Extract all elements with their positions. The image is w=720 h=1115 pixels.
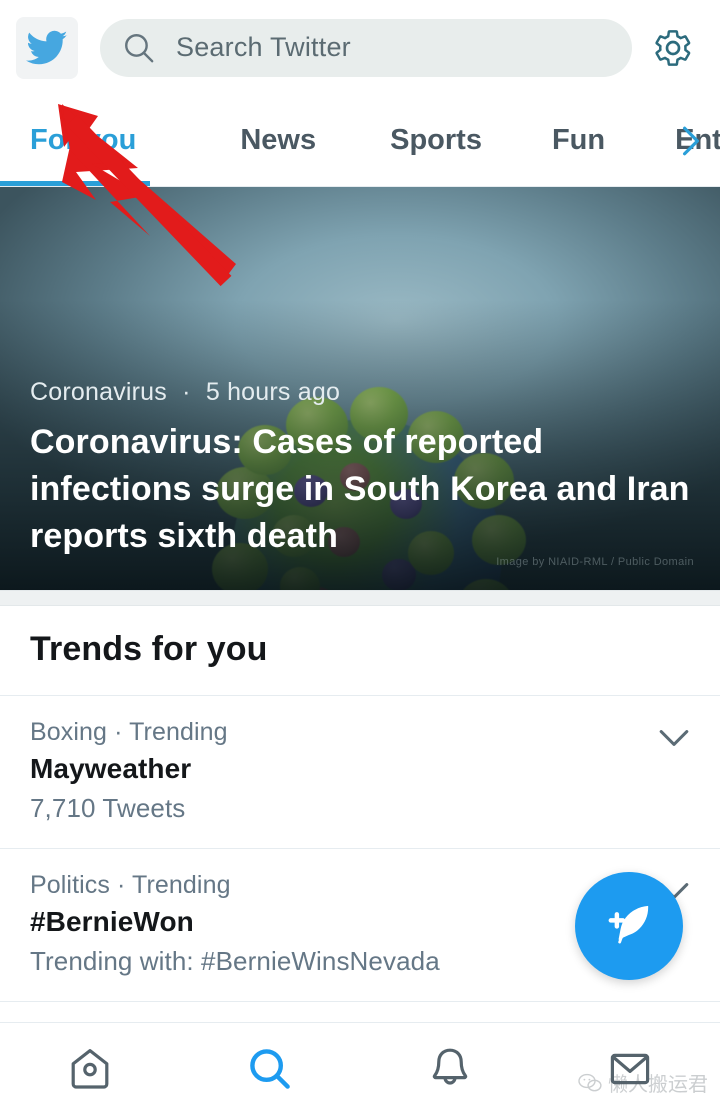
nav-messages-button[interactable] — [540, 1023, 720, 1115]
compose-tweet-button[interactable] — [575, 872, 683, 980]
news-meta-separator: · — [182, 378, 191, 407]
news-card-meta: Coronavirus · 5 hours ago — [30, 378, 690, 407]
home-icon — [71, 1049, 109, 1089]
search-icon — [125, 33, 154, 62]
trend-item-mayweather[interactable]: Boxing · Trending Mayweather 7,710 Tweet… — [0, 696, 720, 848]
bell-icon — [432, 1048, 468, 1085]
search-input[interactable]: Search Twitter — [100, 18, 632, 77]
nav-home-button[interactable] — [0, 1023, 180, 1115]
search-placeholder: Search Twitter — [176, 32, 351, 62]
compose-feather-icon — [608, 905, 649, 944]
news-card-text: Coronavirus · 5 hours ago Coronavirus: C… — [30, 378, 690, 560]
tabs-more-button[interactable] — [674, 124, 708, 158]
gear-icon — [655, 29, 691, 66]
tab-fun[interactable]: Fun — [546, 124, 611, 157]
tab-for-you[interactable]: For you — [24, 124, 142, 157]
trend-name: Mayweather — [30, 753, 192, 784]
trends-section-title: Trends for you — [30, 630, 268, 668]
section-spacer — [0, 590, 720, 606]
twitter-mobile-screen: Search Twitter For you News Sports Fun E… — [0, 0, 720, 1115]
app-header: Search Twitter — [0, 0, 720, 95]
settings-button[interactable] — [642, 17, 704, 79]
news-category: Coronavirus — [30, 378, 167, 407]
trend-category: Boxing · Trending — [30, 718, 228, 746]
nav-search-button[interactable] — [180, 1023, 360, 1115]
tab-sports[interactable]: Sports — [384, 124, 488, 157]
search-icon — [250, 1049, 290, 1089]
news-story-card[interactable]: Image by NIAID-RML / Public Domain Coron… — [0, 187, 720, 590]
tab-active-indicator — [0, 181, 150, 186]
chevron-right-icon — [683, 126, 699, 155]
news-headline: Coronavirus: Cases of reported infection… — [30, 423, 690, 556]
divider — [0, 1001, 720, 1002]
nav-notifications-button[interactable] — [360, 1023, 540, 1115]
trend-options-button[interactable] — [652, 716, 696, 760]
category-tabs[interactable]: For you News Sports Fun Entertainm — [0, 95, 720, 187]
envelope-icon — [610, 1053, 650, 1085]
news-timestamp: 5 hours ago — [205, 378, 341, 407]
twitter-bird-icon[interactable] — [16, 16, 78, 79]
bottom-navigation-bar — [0, 1022, 720, 1115]
tab-news[interactable]: News — [234, 124, 322, 157]
trend-tweet-count: 7,710 Tweets — [30, 793, 186, 823]
chevron-down-icon — [659, 730, 689, 746]
